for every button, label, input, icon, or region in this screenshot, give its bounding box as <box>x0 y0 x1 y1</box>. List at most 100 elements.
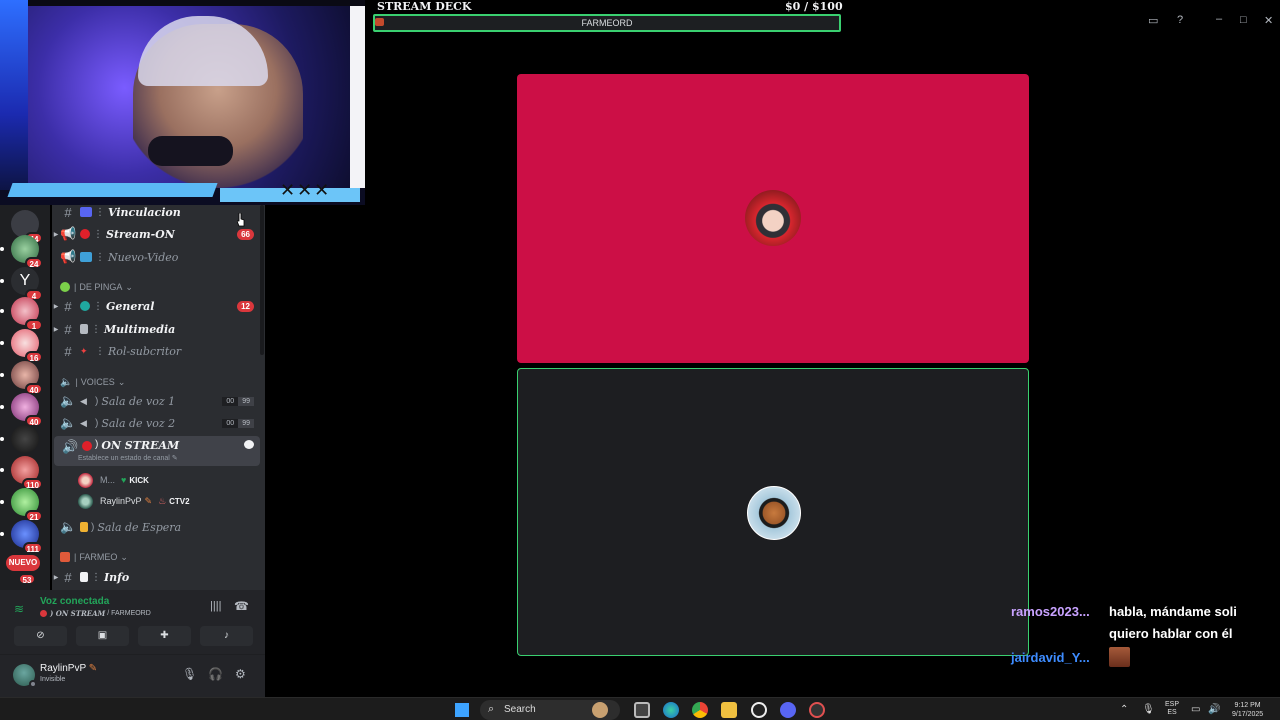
chat-emote <box>1109 647 1130 667</box>
server-icon[interactable] <box>0 425 39 453</box>
unread-dot <box>0 373 4 377</box>
channel-general[interactable]: ▶ # ⋮ General 12 <box>52 295 260 317</box>
inbox-icon[interactable]: ▭ <box>1148 14 1158 27</box>
voice-channel-sala2[interactable]: 🔈 ◀ ) Sala de voz 2 00 99 <box>52 412 260 434</box>
channel-vinculacion[interactable]: # ⋮ Vinculacion <box>52 205 260 223</box>
server-icon[interactable]: 40 <box>0 361 43 395</box>
channel-nuevo-video[interactable]: 📢 ⋮ Nuevo-Video <box>52 246 260 268</box>
volume-icon[interactable]: 🔊 <box>1208 704 1220 715</box>
camera-off-button[interactable]: ⊘ <box>14 626 67 646</box>
activities-button[interactable]: ✚ <box>138 626 191 646</box>
webcam-video <box>28 6 350 188</box>
microphone-icon[interactable]: 🎙 <box>1142 704 1155 715</box>
channel-scrollbar[interactable] <box>260 205 264 355</box>
server-icon[interactable]: 16 <box>0 329 43 363</box>
server-icon[interactable]: Y4 <box>0 267 43 301</box>
voice-channel-on-stream[interactable]: 🔊 ) ON STREAM Establece un estado de can… <box>54 436 260 466</box>
file-explorer-icon[interactable] <box>721 702 737 718</box>
discord-icon[interactable] <box>780 702 796 718</box>
unread-dot <box>0 500 4 504</box>
gear-icon[interactable]: ⚙ <box>235 667 246 681</box>
voice-user-tag: CTV2 <box>169 496 190 506</box>
disconnect-icon[interactable]: ☎ <box>234 599 249 613</box>
mention-count-badge: 12 <box>237 300 254 312</box>
soundboard-button[interactable]: ♪ <box>200 626 253 646</box>
headphones-icon[interactable]: 🎧 <box>208 667 223 681</box>
user-name[interactable]: RaylinPvP ✎ <box>40 663 97 674</box>
channel-info[interactable]: ▶ # ⋮ Info <box>52 566 260 588</box>
text-channel-icon: # <box>64 321 72 337</box>
network-icon[interactable]: ▭ <box>1191 704 1200 715</box>
server-icon[interactable]: 110 <box>0 456 43 490</box>
speaker-icon: 🔈 <box>60 519 77 534</box>
windows-taskbar: ⌕ Search ⌃ 🎙 ESP ES ▭ 🔊 9:12 PM 9/17/2025 <box>0 697 1280 720</box>
alien-icon <box>60 282 70 292</box>
avatar <box>78 472 93 488</box>
speaker-small-icon: ◀ <box>80 418 87 428</box>
unread-dot <box>0 279 4 283</box>
announcement-icon: 📢 <box>60 249 77 264</box>
channel-name: Sala de voz 2 <box>101 416 176 430</box>
chrome-icon[interactable] <box>692 702 708 718</box>
category-voices[interactable]: 🔈 | VOICES ⌄ <box>60 374 125 390</box>
server-icon[interactable]: 1 <box>0 297 43 331</box>
pin-icon: ✦ <box>80 346 88 356</box>
globe-icon <box>80 301 90 311</box>
channel-emoji-icon <box>80 207 92 217</box>
server-icon[interactable]: 44 <box>11 210 43 244</box>
minimize-icon[interactable]: – <box>1216 13 1222 25</box>
voice-participant-tile-speaking[interactable] <box>517 368 1029 656</box>
channel-multimedia[interactable]: ▶ # ⋮ Multimedia <box>52 318 260 340</box>
channel-name: Rol-subcritor <box>108 344 182 358</box>
voice-channel-link[interactable]: ) ON STREAM / FARMEORD <box>40 609 151 618</box>
voice-user-2[interactable]: RaylinPvP ✎ ♨ CTV2 <box>78 492 190 510</box>
chat-bubble-icon[interactable] <box>244 440 254 449</box>
server-header-bar[interactable]: FARMEORD <box>373 14 841 32</box>
maximize-icon[interactable]: □ <box>1240 14 1247 26</box>
server-icon[interactable]: 111 <box>0 520 43 554</box>
screen-share-button[interactable]: ▣ <box>76 626 129 646</box>
server-icon[interactable]: 21 <box>0 488 43 522</box>
help-icon[interactable]: ? <box>1177 14 1183 26</box>
windows-start-icon[interactable] <box>455 703 469 717</box>
app-icon[interactable] <box>809 702 825 718</box>
channel-rol-subcritor[interactable]: # ✦ ⋮ Rol-subcritor <box>52 340 260 362</box>
category-de-pinga[interactable]: | DE PINGA ⌄ <box>60 279 133 295</box>
noise-suppression-icon[interactable]: |||| <box>210 600 221 612</box>
chevron-up-icon[interactable]: ⌃ <box>1120 704 1128 715</box>
channel-stream-on[interactable]: ▶ 📢 ⋮ Stream-ON 66 <box>52 223 260 245</box>
webcam-left-frame <box>0 0 28 190</box>
edge-browser-icon[interactable] <box>663 702 679 718</box>
voice-participant-tile[interactable] <box>517 74 1029 363</box>
voice-channel-sala-espera[interactable]: 🔈 ) Sala de Espera <box>52 516 260 538</box>
channel-status-prompt[interactable]: Establece un estado de canal ✎ <box>78 454 178 462</box>
channel-name: Multimedia <box>104 322 176 336</box>
voice-status-title: Voz conectada <box>40 596 110 607</box>
task-view-icon[interactable] <box>634 702 650 718</box>
obs-icon[interactable] <box>751 702 767 718</box>
participant-avatar <box>745 190 801 246</box>
red-circle-icon <box>82 441 92 451</box>
unread-arrow: ▶ <box>53 326 59 333</box>
signal-icon[interactable]: ≋ <box>14 602 24 616</box>
input-language[interactable]: ESP ES <box>1165 701 1179 717</box>
unread-dot <box>0 341 4 345</box>
system-clock[interactable]: 9:12 PM 9/17/2025 <box>1232 701 1263 719</box>
server-icon[interactable]: 40 <box>0 393 43 427</box>
microphone-icon[interactable]: 🎙 <box>182 667 197 681</box>
text-channel-icon: # <box>64 569 72 585</box>
chevron-down-icon: ⌄ <box>117 376 126 387</box>
category-name: FARMEO <box>79 552 118 562</box>
close-icon[interactable]: ✕ <box>1264 14 1273 27</box>
voice-connection-panel: ≋ Voz conectada ) ON STREAM / FARMEORD |… <box>0 590 265 655</box>
category-farmeo[interactable]: | FARMEO ⌄ <box>60 549 128 565</box>
voice-user-1[interactable]: M... ♥ KICK <box>78 471 149 489</box>
fire-icon: ♨ <box>158 495 167 506</box>
webcam-right-border <box>350 6 365 188</box>
voice-user-tag: KICK <box>129 475 149 485</box>
voice-channel-sala1[interactable]: 🔈 ◀ ) Sala de voz 1 00 99 <box>52 390 260 412</box>
webcam-frame-stripe <box>7 183 218 197</box>
server-icon[interactable]: 24 <box>0 235 43 269</box>
text-channel-icon: # <box>64 343 72 359</box>
new-server-button[interactable]: NUEVO <box>6 555 40 571</box>
